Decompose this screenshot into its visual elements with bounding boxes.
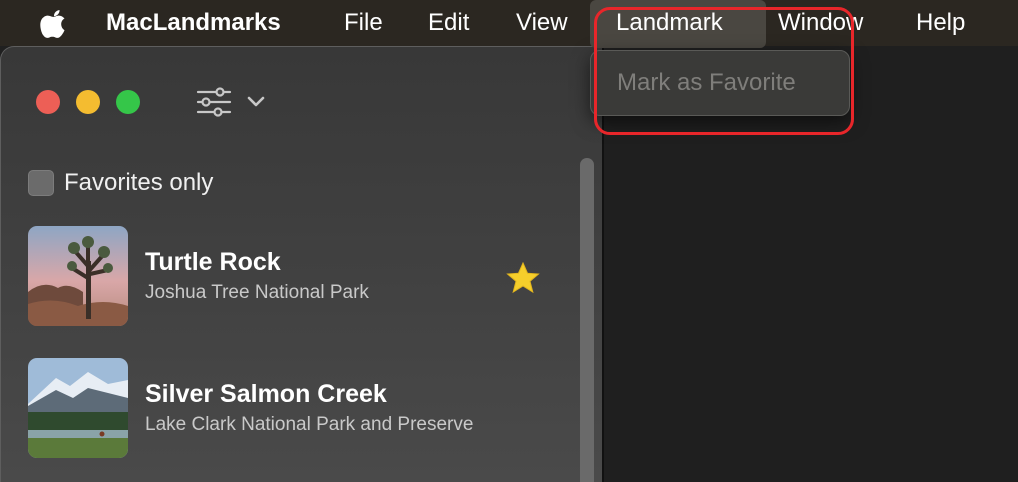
menu-bar: MacLandmarks File Edit View Landmark Win…: [0, 0, 1018, 48]
minimize-window-button[interactable]: [76, 90, 100, 114]
close-window-button[interactable]: [36, 90, 60, 114]
landmark-thumbnail: [28, 358, 128, 458]
landmark-name: Turtle Rock: [145, 248, 281, 276]
menu-file[interactable]: File: [344, 0, 383, 46]
sidebar-scrollbar[interactable]: [580, 158, 594, 482]
landmark-name: Silver Salmon Creek: [145, 380, 387, 408]
menu-edit[interactable]: Edit: [428, 0, 469, 46]
landmark-park: Lake Clark National Park and Preserve: [145, 414, 474, 435]
filter-menu-button[interactable]: [194, 84, 270, 120]
screen: MacLandmarks File Edit View Landmark Win…: [0, 0, 1018, 482]
favorites-checkbox[interactable]: [28, 170, 54, 196]
highlight-annotation: [594, 7, 854, 135]
landmark-row-turtle-rock[interactable]: Turtle Rock Joshua Tree National Park: [28, 226, 558, 326]
zoom-window-button[interactable]: [116, 90, 140, 114]
menu-app-name[interactable]: MacLandmarks: [106, 0, 281, 46]
slider-filter-icon: [196, 87, 232, 117]
landmark-thumbnail: [28, 226, 128, 326]
menu-view[interactable]: View: [516, 0, 568, 46]
menu-help[interactable]: Help: [916, 0, 965, 46]
landmark-row-silver-salmon-creek[interactable]: Silver Salmon Creek Lake Clark National …: [28, 358, 558, 458]
apple-icon[interactable]: [40, 8, 68, 38]
favorites-only-label: Favorites only: [64, 169, 214, 196]
chevron-down-icon: [247, 96, 265, 107]
landmark-park: Joshua Tree National Park: [145, 282, 369, 303]
favorites-only-toggle[interactable]: Favorites only: [28, 168, 213, 198]
star-icon: [506, 262, 540, 294]
